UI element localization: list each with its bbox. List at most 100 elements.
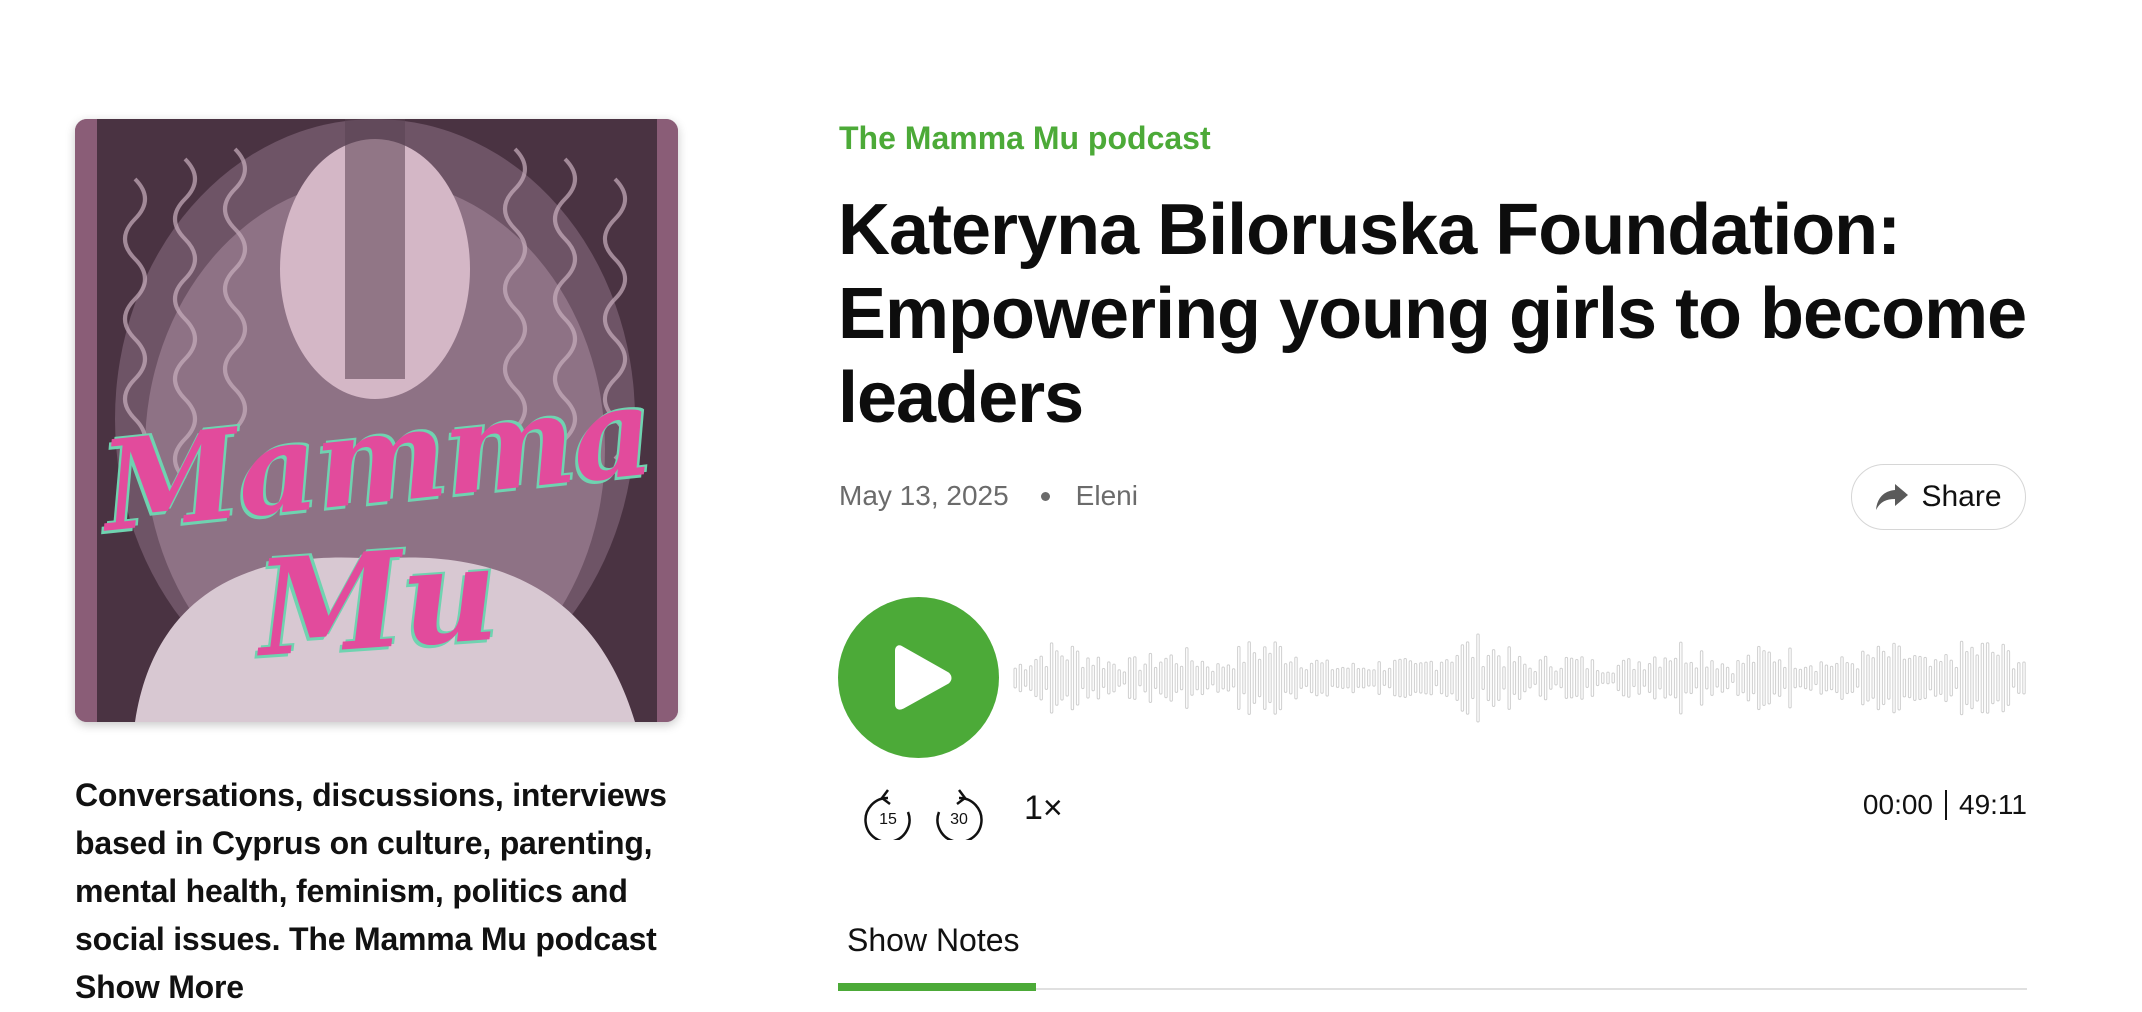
- waveform-bar: [1647, 663, 1652, 693]
- waveform-bar: [1429, 660, 1433, 696]
- waveform-bar: [1018, 663, 1023, 693]
- playback-speed-button[interactable]: 1×: [1024, 789, 1063, 828]
- waveform-bar: [1049, 642, 1054, 714]
- podcast-description: Conversations, discussions, interviews b…: [75, 771, 695, 1011]
- waveform-bar: [1065, 659, 1069, 697]
- playback-time: 00:00 49:11: [1863, 789, 2027, 821]
- rewind-15-icon[interactable]: 15: [862, 784, 914, 840]
- podcast-name-link[interactable]: The Mamma Mu podcast: [839, 120, 1211, 157]
- waveform-bar: [1731, 673, 1735, 683]
- waveform-bar: [1169, 654, 1173, 702]
- waveform-bar: [1855, 668, 1860, 688]
- tab-active-indicator: [838, 983, 1036, 991]
- waveform-bar: [1013, 667, 1017, 689]
- waveform-bar: [1153, 666, 1158, 690]
- waveform-bar: [1382, 670, 1387, 686]
- waveform-bar: [1377, 661, 1381, 696]
- waveform-bar: [1434, 669, 1439, 687]
- waveform-bar: [1398, 658, 1402, 698]
- waveform-bar: [1231, 668, 1236, 688]
- waveform-bar: [1564, 656, 1569, 699]
- waveform-bar: [1242, 661, 1246, 695]
- waveform-bar: [1928, 665, 1933, 691]
- waveform-bar: [1543, 655, 1548, 701]
- waveform-bar: [1039, 655, 1043, 701]
- share-button[interactable]: Share: [1851, 464, 2026, 530]
- waveform-bar: [1185, 647, 1189, 709]
- waveform-bar: [1211, 670, 1215, 686]
- tab-show-notes[interactable]: Show Notes: [847, 922, 1020, 959]
- waveform-bar: [1590, 659, 1595, 697]
- waveform-bar: [2006, 650, 2011, 706]
- waveform-bar: [1845, 662, 1849, 695]
- waveform-bar: [1309, 662, 1314, 694]
- episode-page: Mamma Mu Conversations, discussions, int…: [0, 0, 2142, 1012]
- waveform-bar: [2011, 668, 2016, 688]
- waveform-bar: [1455, 654, 1459, 701]
- waveform-bar: [1611, 672, 1615, 684]
- waveform-bar: [1902, 658, 1907, 698]
- waveform-bar: [1944, 654, 1948, 703]
- waveform-bar: [1871, 657, 1875, 699]
- episode-title: Kateryna Biloruska Foundation: Empowerin…: [838, 190, 2027, 438]
- waveform-bar: [1107, 661, 1111, 695]
- waveform-bar: [1278, 645, 1283, 711]
- waveform-bar: [1424, 661, 1428, 695]
- waveform-bar: [1705, 666, 1709, 690]
- waveform-bar: [1439, 661, 1444, 695]
- waveform-bar: [1819, 661, 1823, 695]
- waveform-bar: [1793, 667, 1797, 689]
- waveform-bar: [1445, 659, 1449, 698]
- waveform-bar: [1517, 655, 1522, 700]
- waveform-bar: [1195, 665, 1199, 691]
- waveform-bar: [1762, 650, 1766, 707]
- forward-30-icon[interactable]: 30: [933, 784, 985, 840]
- waveform-bar: [1673, 657, 1678, 699]
- waveform-bar: [1159, 661, 1163, 695]
- waveform-bar: [1985, 642, 1990, 714]
- share-label: Share: [1921, 480, 2002, 513]
- waveform-bar: [1850, 663, 1855, 693]
- waveform-bar: [1257, 658, 1262, 698]
- audio-waveform-scrubber[interactable]: [1013, 632, 2027, 724]
- waveform-bar: [1991, 651, 1995, 705]
- waveform-bar: [1970, 646, 1974, 710]
- waveform-bar: [1283, 663, 1288, 693]
- waveform-bar: [1273, 641, 1277, 715]
- waveform-bar: [1055, 650, 1059, 706]
- waveform-bar: [1122, 671, 1127, 685]
- waveform-bar: [1471, 656, 1475, 700]
- waveform-bar: [1809, 665, 1813, 691]
- waveform-bar: [1814, 670, 1818, 686]
- waveform-bar: [1538, 659, 1543, 697]
- waveform-bar: [1803, 666, 1808, 690]
- waveform-bar: [1419, 662, 1423, 694]
- waveform-bar: [1684, 662, 1688, 694]
- waveform-bar: [1133, 656, 1137, 700]
- waveform-bar: [1143, 663, 1147, 693]
- waveform-bar: [1580, 656, 1584, 700]
- waveform-bar: [1965, 651, 1969, 706]
- waveform-bar: [1699, 650, 1704, 706]
- show-more-button[interactable]: Show More: [75, 963, 695, 1011]
- waveform-bar: [1954, 666, 1959, 690]
- waveform-bar: [1127, 657, 1132, 699]
- rewind-15-label: 15: [879, 811, 897, 828]
- waveform-bar: [1923, 656, 1927, 700]
- waveform-bar: [1356, 668, 1361, 688]
- waveform-bar: [1746, 654, 1751, 702]
- waveform-bar: [1679, 641, 1683, 715]
- waveform-bar: [1502, 666, 1506, 690]
- waveform-bar: [1689, 661, 1693, 695]
- waveform-bar: [1335, 668, 1340, 688]
- waveform-bar: [1289, 661, 1293, 695]
- waveform-bar: [1913, 655, 1917, 701]
- waveform-bar: [1346, 667, 1350, 689]
- waveform-bar: [1741, 662, 1745, 694]
- play-button[interactable]: [838, 597, 999, 758]
- waveform-bar: [1268, 652, 1272, 704]
- waveform-bar: [1476, 633, 1480, 723]
- waveform-bar: [1757, 645, 1761, 711]
- waveform-bar: [1663, 657, 1667, 699]
- waveform-bar: [1081, 666, 1085, 690]
